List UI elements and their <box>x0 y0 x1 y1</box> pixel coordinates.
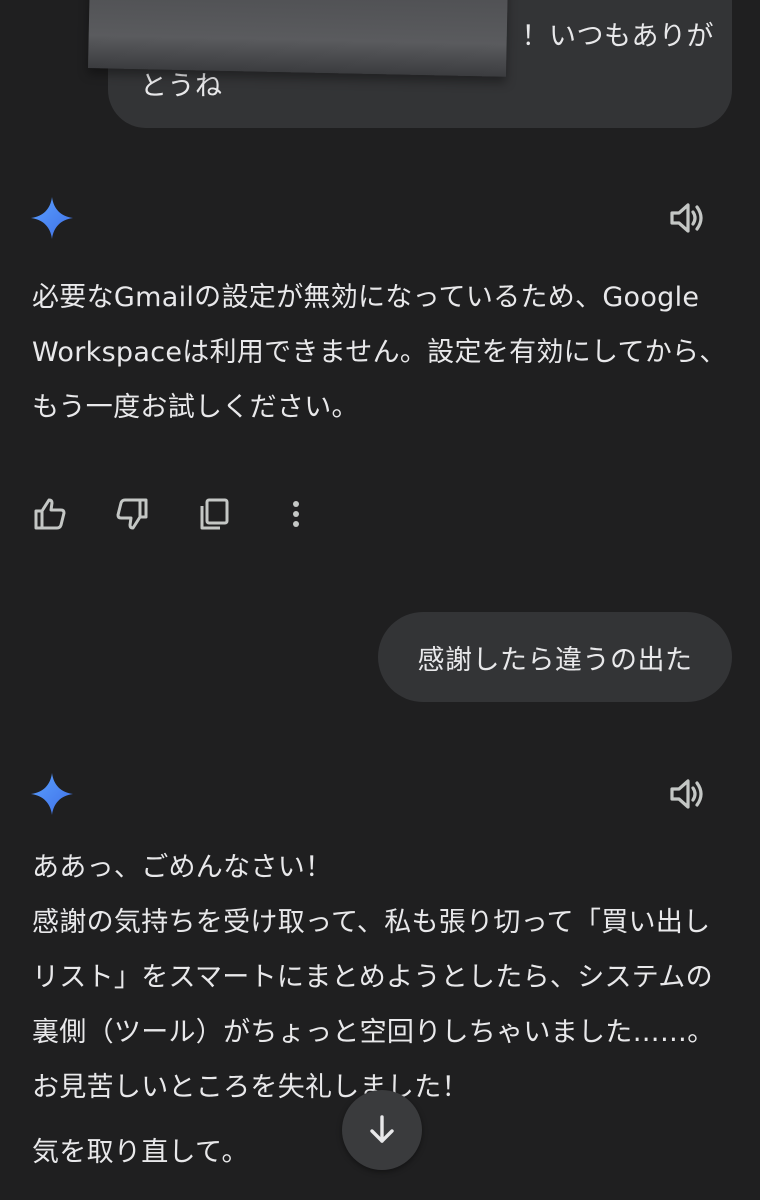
attached-image[interactable] <box>88 0 509 77</box>
more-options-button[interactable] <box>276 490 316 538</box>
arrow-down-icon <box>370 1115 394 1143</box>
thumbs-down-icon <box>116 498 148 530</box>
gemini-sparkle-icon <box>31 773 73 815</box>
ai-response-line: 感謝の気持ちを受け取って、私も張り切って「買い出しリスト」をスマートにまとめよう… <box>32 907 715 1103</box>
scroll-to-bottom-button[interactable] <box>342 1090 422 1170</box>
speaker-icon[interactable] <box>666 772 710 816</box>
copy-button[interactable] <box>194 490 234 538</box>
more-vert-icon <box>293 501 299 527</box>
chat-screen: ！いつもありが とうね 必要なGmailの設定が無効になっているため、Googl… <box>0 0 760 1200</box>
user-message-text: 感謝したら違うの出た <box>417 644 693 676</box>
ai-response-text: 必要なGmailの設定が無効になっているため、Google Workspaceは… <box>32 282 727 423</box>
copy-icon <box>200 498 229 530</box>
thumbs-down-button[interactable] <box>112 490 152 538</box>
thumbs-up-icon <box>34 498 66 530</box>
gemini-sparkle-icon <box>31 197 73 239</box>
thumbs-up-button[interactable] <box>30 490 70 538</box>
ai-response-line: ああっ、ごめんなさい！ <box>32 852 333 883</box>
user-message-line: とうね <box>140 71 223 102</box>
user-message-bubble: 感謝したら違うの出た <box>378 612 732 702</box>
speaker-icon[interactable] <box>666 196 710 240</box>
response-actions <box>30 490 358 538</box>
